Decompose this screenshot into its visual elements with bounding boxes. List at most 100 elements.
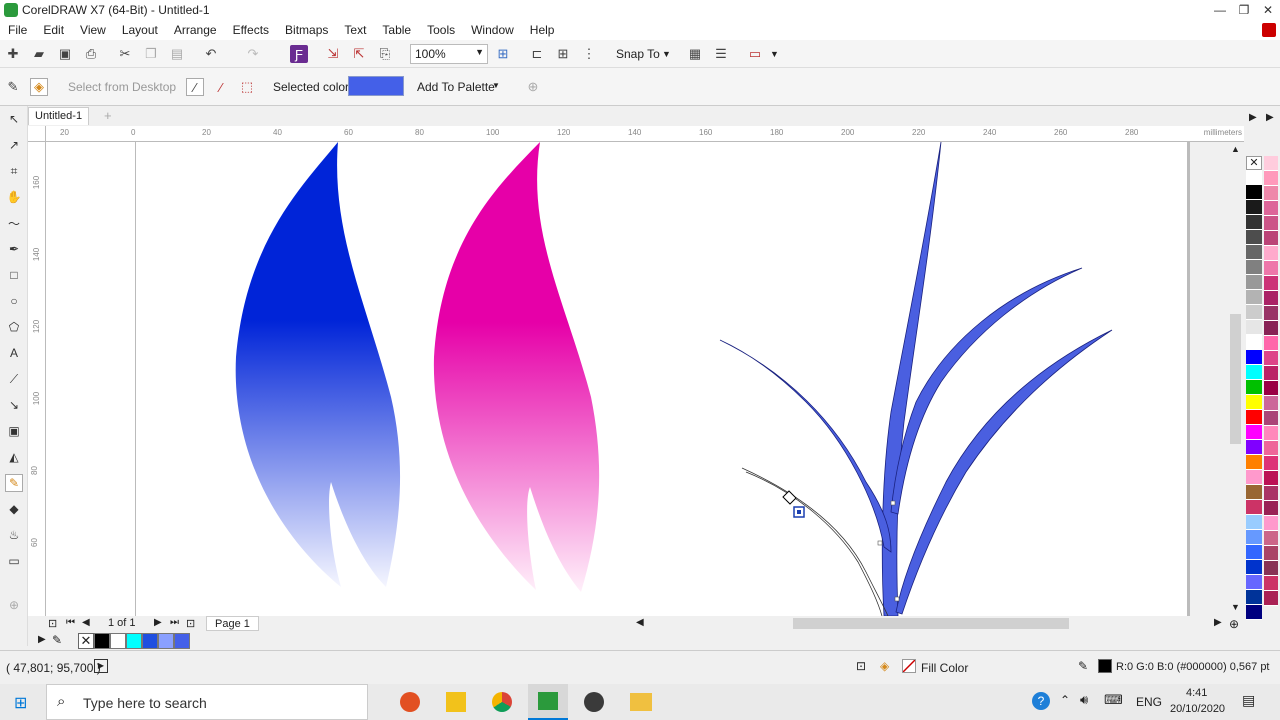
launch-icon[interactable]: ▭ [746,45,764,63]
publish-pdf-icon[interactable]: ⎘ [376,45,394,63]
chevron-down-icon[interactable]: ▼ [1231,602,1240,612]
drawing-canvas[interactable] [46,142,1190,616]
options-icon[interactable]: ▦ [686,45,704,63]
palette-swatch[interactable] [1264,351,1278,366]
pink-flame-shape[interactable] [433,142,600,592]
smart-fill-icon[interactable]: ♨ [5,526,23,544]
vertical-scroll-thumb[interactable] [1230,314,1241,444]
palette-swatch[interactable] [1264,306,1278,321]
drop-shadow-icon[interactable]: ▣ [5,422,23,440]
application-launcher-icon[interactable]: ☰ [712,45,730,63]
rectangle-tool-icon[interactable]: □ [5,266,23,284]
copy-icon[interactable]: ❐ [142,45,160,63]
show-grid-icon[interactable]: ⊞ [554,45,572,63]
add-page-icon[interactable]: ⊡ [186,617,195,630]
next-page-icon[interactable]: ▶ [154,617,162,628]
paste-icon[interactable]: ▤ [168,45,186,63]
palette-swatch[interactable] [1264,426,1278,441]
menu-layout[interactable]: Layout [114,20,166,40]
palette-swatch[interactable] [1264,246,1278,261]
palette-swatch[interactable] [1264,486,1278,501]
text-tool-icon[interactable]: A [5,344,23,362]
document-tab[interactable]: Untitled-1 [28,107,90,125]
clock-date[interactable]: 20/10/2020 [1170,703,1225,715]
help-icon[interactable]: ? [1032,692,1050,710]
chrome-icon[interactable] [492,692,512,712]
connector-tool-icon[interactable]: ↘ [5,396,23,414]
open-folder-icon[interactable]: ▰ [30,45,48,63]
node-handle[interactable] [894,596,900,602]
palette-swatch[interactable] [1264,186,1278,201]
selected-area-icon[interactable]: ⬚ [238,78,256,96]
palette-swatch[interactable] [1264,336,1278,351]
palette-swatch[interactable] [1246,500,1262,515]
palette-swatch[interactable] [1264,501,1278,516]
import-icon[interactable]: ⇲ [324,45,342,63]
document-palette-menu-icon[interactable]: ▶ [38,634,46,645]
palette-swatch[interactable] [1264,231,1278,246]
palette-swatch[interactable] [1246,365,1262,380]
document-palette-swatch[interactable] [142,633,158,649]
menu-bitmaps[interactable]: Bitmaps [277,20,336,40]
palette-swatch[interactable] [1264,531,1278,546]
arrow-right-icon[interactable]: ▶ [1249,112,1257,123]
palette-swatch[interactable] [1264,411,1278,426]
two-by-two-pixel-icon[interactable]: ⁄ [212,78,230,96]
document-color-settings-icon[interactable]: ⊡ [856,659,866,673]
palette-swatch[interactable] [1264,201,1278,216]
palette-swatch[interactable] [1246,515,1262,530]
interactive-fill-icon[interactable]: ◆ [5,500,23,518]
coreldraw-taskbar-button[interactable] [528,684,568,720]
last-page-icon[interactable]: ⏭ [170,617,179,628]
palette-swatch[interactable] [1264,156,1278,171]
sticky-app-icon[interactable] [446,692,466,712]
palette-swatch[interactable] [1246,290,1262,305]
page-tab[interactable]: Page 1 [206,616,259,631]
palette-swatch[interactable] [1246,170,1262,185]
search-content-icon[interactable]: Ƒ [290,45,308,63]
palette-swatch[interactable] [1246,245,1262,260]
first-page-icon[interactable]: ⏮ [66,617,75,628]
document-palette-swatch[interactable] [158,633,174,649]
windows-start-icon[interactable]: ⊞ [14,693,27,713]
show-rulers-icon[interactable]: ⊏ [528,45,546,63]
new-document-icon[interactable]: ✚ [4,45,22,63]
polygon-tool-icon[interactable]: ⬠ [5,318,23,336]
menu-window[interactable]: Window [463,20,522,40]
selected-color-swatch[interactable] [348,76,404,96]
palette-swatch[interactable] [1246,455,1262,470]
one-by-one-pixel-icon[interactable]: ⁄ [186,78,204,96]
palette-swatch[interactable] [1246,575,1262,590]
cut-icon[interactable]: ✂ [116,45,134,63]
taskbar-search-box[interactable]: ⌕ Type here to search [46,684,368,720]
transparency-icon[interactable]: ◭ [5,448,23,466]
menu-arrange[interactable]: Arrange [166,20,225,40]
blue-flame-shape[interactable] [235,142,401,587]
menu-effects[interactable]: Effects [225,20,277,40]
plant-left-leaf[interactable] [719,339,892,553]
keyboard-icon[interactable]: ⌨ [1104,692,1123,708]
freehand-tool-icon[interactable]: 〜 [5,214,23,232]
palette-swatch[interactable] [1264,576,1278,591]
document-palette-swatch[interactable] [94,633,110,649]
add-icon[interactable]: ⊕ [524,78,542,96]
menu-edit[interactable]: Edit [35,20,72,40]
color-eyedropper-icon[interactable]: ✎ [5,474,23,492]
palette-swatch[interactable] [1264,471,1278,486]
play-icon[interactable]: ▶ [94,659,108,673]
outline-leaf-path-inner[interactable] [745,471,883,616]
artistic-media-icon[interactable]: ✒ [5,240,23,258]
palette-swatch[interactable] [1246,275,1262,290]
palette-swatch[interactable] [1264,216,1278,231]
arrow-right-icon[interactable]: ▶ [1266,112,1274,123]
outline-pen-icon[interactable]: ▭ [5,552,23,570]
palette-swatch[interactable] [1246,560,1262,575]
file-explorer-icon[interactable] [630,693,652,711]
quick-customize-icon[interactable]: ⊕ [5,596,23,614]
pan-tool-icon[interactable]: ✋ [5,188,23,206]
palette-swatch[interactable] [1246,260,1262,275]
palette-swatch[interactable] [1246,395,1262,410]
scroll-left-icon[interactable]: ◀ [636,617,644,628]
undo-icon[interactable]: ↶ [202,45,220,63]
palette-swatch[interactable] [1264,441,1278,456]
